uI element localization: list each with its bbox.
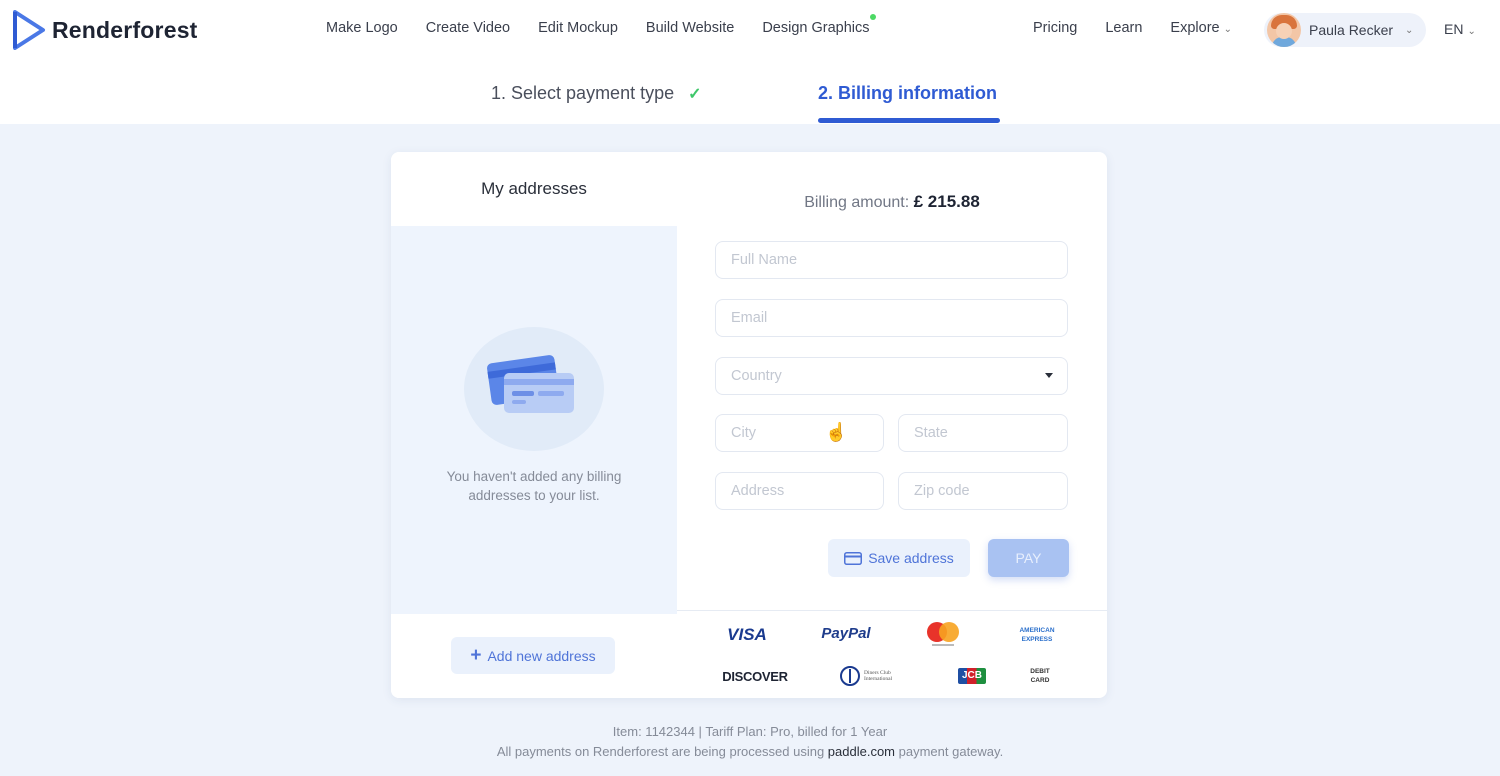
amex-logo: AMERICAN EXPRESS bbox=[1009, 626, 1065, 644]
item-details: Item: 1142344 | Tariff Plan: Pro, billed… bbox=[612, 724, 888, 739]
city-field[interactable]: City bbox=[715, 414, 884, 452]
add-new-address-button[interactable]: + Add new address bbox=[451, 637, 615, 674]
email-field[interactable]: Email bbox=[715, 299, 1068, 337]
paddle-link[interactable]: paddle.com bbox=[828, 744, 895, 759]
billing-card: My addresses You haven't added any billi… bbox=[391, 152, 1107, 698]
debit-line1: DEBIT bbox=[1030, 668, 1050, 675]
main-menu: Make Logo Create Video Edit Mockup Build… bbox=[326, 14, 876, 36]
nav-learn[interactable]: Learn bbox=[1105, 20, 1142, 36]
billing-amount-value: £ 215.88 bbox=[913, 192, 980, 211]
payment-methods: VISA PayPal AMERICAN EXPRESS DISCOVER Di… bbox=[677, 610, 1107, 698]
credit-card-icon bbox=[487, 355, 574, 413]
empty-state-message: You haven't added any billing addresses … bbox=[419, 467, 649, 505]
chevron-down-icon: ⌄ bbox=[1223, 24, 1232, 35]
address-field[interactable]: Address bbox=[715, 472, 884, 510]
nav-edit-mockup[interactable]: Edit Mockup bbox=[538, 20, 618, 36]
state-field[interactable]: State bbox=[898, 414, 1068, 452]
check-icon: ✓ bbox=[688, 86, 702, 103]
language-label: EN bbox=[1444, 21, 1464, 37]
nav-pricing[interactable]: Pricing bbox=[1033, 20, 1077, 36]
plus-icon: + bbox=[470, 644, 482, 666]
brand-name: Renderforest bbox=[52, 16, 198, 43]
debit-card-logo: DEBIT CARD bbox=[1027, 667, 1053, 685]
top-navigation: Renderforest Make Logo Create Video Edit… bbox=[0, 0, 1500, 62]
empty-state-line1: You haven't added any billing bbox=[446, 469, 622, 484]
billing-amount: Billing amount: £ 215.88 bbox=[677, 192, 1107, 212]
hand-cursor-icon: ☝ bbox=[825, 422, 848, 442]
full-name-field[interactable]: Full Name bbox=[715, 241, 1068, 279]
gateway-note-after: payment gateway. bbox=[898, 744, 1004, 759]
discover-logo: DISCOVER bbox=[722, 669, 788, 684]
addresses-footer: + Add new address bbox=[391, 614, 677, 698]
diners-club-icon bbox=[840, 666, 860, 686]
card-icon bbox=[844, 551, 863, 565]
addresses-empty-state: You haven't added any billing addresses … bbox=[391, 226, 677, 614]
play-logo-icon bbox=[13, 10, 45, 50]
nav-make-logo[interactable]: Make Logo bbox=[326, 20, 398, 36]
avatar bbox=[1267, 13, 1301, 47]
paypal-logo: PayPal bbox=[821, 625, 871, 642]
addresses-title: My addresses bbox=[391, 152, 677, 226]
nav-design-graphics-label: Design Graphics bbox=[762, 20, 870, 36]
gateway-note-before: All payments on Renderforest are being p… bbox=[496, 744, 825, 759]
zip-code-field[interactable]: Zip code bbox=[898, 472, 1068, 510]
renderforest-logo[interactable]: Renderforest bbox=[12, 10, 198, 50]
user-name: Paula Recker bbox=[1309, 22, 1394, 38]
country-select[interactable]: Country bbox=[715, 357, 1068, 395]
pay-button[interactable]: PAY bbox=[988, 539, 1069, 577]
step1-label: 1. Select payment type bbox=[491, 83, 675, 103]
visa-logo: VISA bbox=[727, 625, 767, 644]
mastercard-logo bbox=[927, 622, 959, 646]
new-indicator-dot bbox=[869, 14, 876, 20]
language-selector[interactable]: EN ⌄ bbox=[1444, 21, 1476, 37]
country-placeholder: Country bbox=[731, 368, 782, 384]
diners-club-logo: Diners Club International bbox=[840, 666, 912, 686]
save-address-button[interactable]: Save address bbox=[828, 539, 970, 577]
chevron-down-icon: ⌄ bbox=[1405, 24, 1414, 36]
nav-design-graphics[interactable]: Design Graphics bbox=[762, 14, 876, 36]
secondary-menu: Pricing Learn Explore ⌄ bbox=[1033, 20, 1232, 36]
user-menu[interactable]: Paula Recker ⌄ bbox=[1264, 13, 1426, 47]
empty-state-circle bbox=[464, 327, 604, 451]
payment-footer: Item: 1142344 | Tariff Plan: Pro, billed… bbox=[0, 722, 1500, 762]
jcb-logo: JCB bbox=[958, 668, 986, 684]
step-billing-information[interactable]: 2. Billing information bbox=[818, 83, 997, 104]
diners-club-text: Diners Club International bbox=[864, 670, 893, 682]
nav-create-video[interactable]: Create Video bbox=[426, 20, 510, 36]
billing-form-panel: Billing amount: £ 215.88 Full Name Email… bbox=[677, 152, 1107, 698]
active-step-indicator bbox=[818, 118, 1000, 123]
nav-build-website[interactable]: Build Website bbox=[646, 20, 734, 36]
chevron-down-icon: ⌄ bbox=[1467, 26, 1476, 37]
save-address-label: Save address bbox=[868, 550, 954, 566]
nav-explore-label: Explore bbox=[1170, 20, 1220, 36]
billing-amount-label: Billing amount: bbox=[804, 194, 910, 211]
add-new-address-label: Add new address bbox=[487, 647, 596, 664]
payment-gateway-note: All payments on Renderforest are being p… bbox=[0, 742, 1500, 762]
addresses-panel: My addresses You haven't added any billi… bbox=[391, 152, 677, 698]
debit-line2: CARD bbox=[1030, 677, 1050, 684]
checkout-steps: 1. Select payment type ✓ 2. Billing infor… bbox=[0, 62, 1500, 124]
nav-explore[interactable]: Explore ⌄ bbox=[1170, 20, 1232, 36]
amex-line2: EXPRESS bbox=[1021, 636, 1053, 643]
amex-line1: AMERICAN bbox=[1019, 627, 1055, 634]
empty-state-line2: addresses to your list. bbox=[468, 488, 600, 503]
step-select-payment-type[interactable]: 1. Select payment type ✓ bbox=[491, 83, 702, 104]
dropdown-caret-icon bbox=[1045, 373, 1053, 378]
